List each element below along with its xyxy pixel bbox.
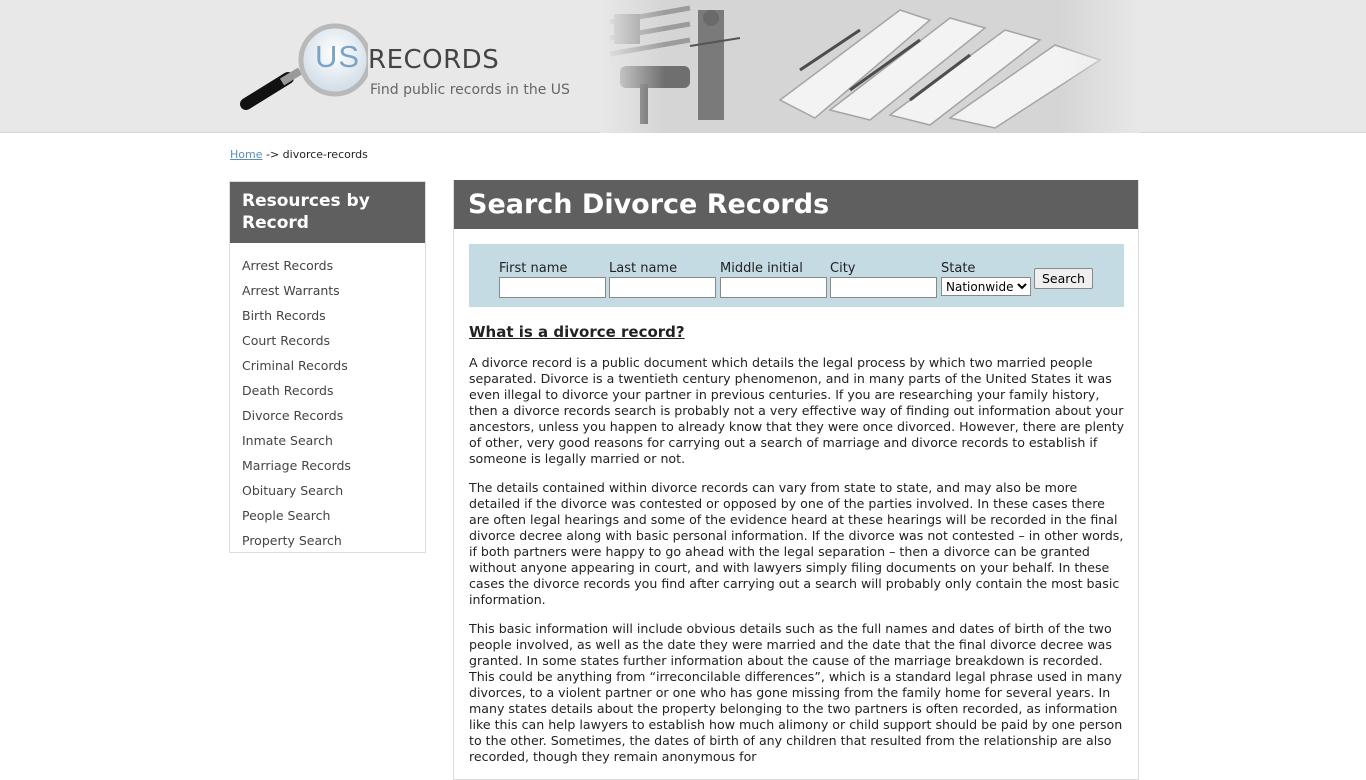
state-select[interactable]: Nationwide bbox=[941, 277, 1031, 296]
search-button[interactable]: Search bbox=[1034, 268, 1093, 289]
breadcrumb-separator: -> bbox=[265, 148, 280, 161]
article-paragraph-3: This basic information will include obvi… bbox=[469, 621, 1123, 764]
site-header: US RECORDS Find public records in the US bbox=[0, 0, 1366, 133]
page-title: Search Divorce Records bbox=[454, 180, 1138, 229]
sidebar-item-people-search[interactable]: People Search bbox=[242, 507, 425, 532]
last-name-label: Last name bbox=[609, 261, 678, 276]
last-name-input[interactable] bbox=[609, 277, 716, 298]
first-name-label: First name bbox=[499, 261, 568, 276]
middle-initial-label: Middle initial bbox=[720, 261, 803, 276]
sidebar-title: Resources by Record bbox=[230, 182, 425, 243]
first-name-input[interactable] bbox=[499, 277, 606, 298]
logo-us-text: US bbox=[315, 39, 361, 74]
breadcrumb-current: divorce-records bbox=[282, 148, 368, 161]
last-name-field-group: Last name bbox=[609, 261, 716, 298]
city-input[interactable] bbox=[830, 277, 937, 298]
sidebar-item-inmate-search[interactable]: Inmate Search bbox=[242, 432, 425, 457]
sidebar-item-arrest-records[interactable]: Arrest Records bbox=[242, 257, 425, 282]
middle-initial-field-group: Middle initial bbox=[720, 261, 827, 298]
sidebar-item-court-records[interactable]: Court Records bbox=[242, 332, 425, 357]
main-content: Search Divorce Records First name Last n… bbox=[453, 180, 1139, 780]
breadcrumb: Home -> divorce-records bbox=[230, 148, 368, 161]
sidebar-item-marriage-records[interactable]: Marriage Records bbox=[242, 457, 425, 482]
sidebar-item-obituary-search[interactable]: Obituary Search bbox=[242, 482, 425, 507]
sidebar-nav: Arrest Records Arrest Warrants Birth Rec… bbox=[230, 243, 425, 557]
city-label: City bbox=[830, 261, 856, 276]
city-field-group: City bbox=[830, 261, 937, 298]
site-tagline: Find public records in the US bbox=[370, 82, 570, 98]
breadcrumb-home-link[interactable]: Home bbox=[230, 148, 262, 161]
sidebar-item-property-search[interactable]: Property Search bbox=[242, 532, 425, 557]
search-form: First name Last name Middle initial City… bbox=[469, 244, 1124, 307]
sidebar-item-divorce-records[interactable]: Divorce Records bbox=[242, 407, 425, 432]
article-paragraph-1: A divorce record is a public document wh… bbox=[469, 355, 1125, 466]
header-banner-image bbox=[600, 0, 1140, 133]
state-label: State bbox=[941, 261, 976, 276]
sidebar-item-birth-records[interactable]: Birth Records bbox=[242, 307, 425, 332]
site-logo[interactable]: US RECORDS Find public records in the US bbox=[238, 22, 598, 117]
resources-sidebar: Resources by Record Arrest Records Arres… bbox=[229, 181, 426, 553]
article-paragraph-2: The details contained within divorce rec… bbox=[469, 480, 1124, 607]
sidebar-item-death-records[interactable]: Death Records bbox=[242, 382, 425, 407]
article-body: What is a divorce record? A divorce reco… bbox=[469, 323, 1125, 778]
state-field-group: State Nationwide bbox=[941, 261, 1031, 296]
first-name-field-group: First name bbox=[499, 261, 606, 298]
article-heading: What is a divorce record? bbox=[469, 323, 685, 341]
sidebar-item-arrest-warrants[interactable]: Arrest Warrants bbox=[242, 282, 425, 307]
middle-initial-input[interactable] bbox=[720, 277, 827, 298]
sidebar-item-criminal-records[interactable]: Criminal Records bbox=[242, 357, 425, 382]
logo-records-text: RECORDS bbox=[368, 45, 500, 75]
